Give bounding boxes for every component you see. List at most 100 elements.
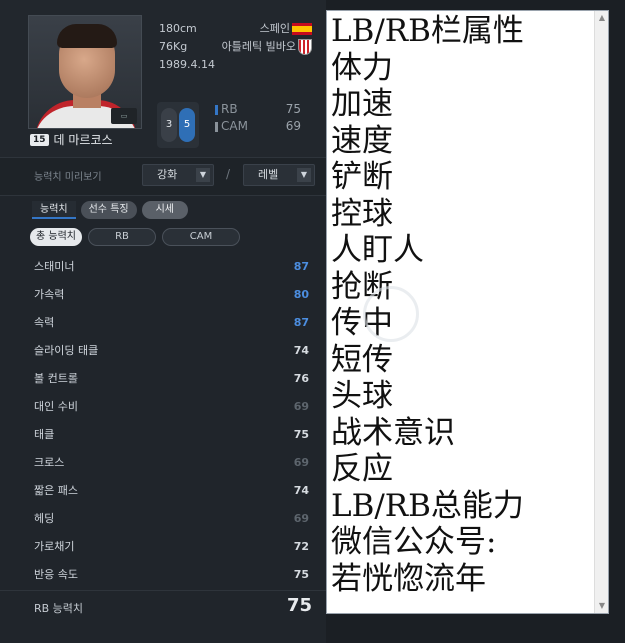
editor-scrollbar[interactable]: ▲ ▼: [594, 11, 608, 613]
right-foot-value: 5: [179, 108, 195, 142]
stat-row: 볼 컨트롤 76: [0, 364, 326, 392]
stat-name: 가속력: [34, 288, 65, 301]
stat-value: 75: [293, 567, 309, 581]
tab-stats[interactable]: 능력치: [32, 201, 76, 219]
stat-name: 속력: [34, 316, 55, 329]
player-weight: 76Kg: [159, 40, 188, 53]
watermark-circle-icon: [363, 286, 419, 342]
card-icon: ▭: [111, 108, 137, 124]
position-bar-icon: [215, 121, 218, 132]
note-line: 反应: [331, 451, 393, 487]
note-line: LB/RB栏属性: [331, 13, 524, 49]
note-line: 控球: [331, 195, 393, 232]
scroll-up-icon[interactable]: ▲: [597, 13, 607, 23]
stat-row: 짧은 패스 74: [0, 476, 326, 504]
player-birth: 1989.4.14: [159, 58, 215, 71]
level-select-label: 레벨: [258, 168, 279, 181]
enhance-select-label: 강화: [157, 168, 178, 181]
jersey-number: 15: [30, 133, 49, 146]
stat-value: 87: [293, 259, 309, 273]
stat-row: 가속력 80: [0, 280, 326, 308]
tab-market-price[interactable]: 시세: [141, 201, 188, 219]
select-divider: /: [226, 167, 231, 181]
position-bar-icon: [215, 104, 218, 115]
stat-value: 69: [293, 399, 309, 413]
left-foot-value: 3: [161, 108, 177, 142]
foot-ability: 3 5: [157, 102, 199, 148]
spain-flag-icon: [292, 23, 312, 35]
player-height: 180cm: [159, 22, 197, 35]
club-name: 아틀레틱 빌바오: [221, 40, 296, 53]
stat-name: 가로채기: [34, 540, 75, 553]
scroll-down-icon[interactable]: ▼: [597, 601, 607, 611]
note-line: 若恍惚流年: [331, 560, 486, 597]
subtab-total[interactable]: 총 능력치: [30, 228, 82, 246]
note-line: 传中: [331, 305, 393, 341]
total-label: RB 능력치: [34, 602, 84, 615]
club-crest-icon: [298, 39, 312, 55]
subtab-rb[interactable]: RB: [87, 228, 156, 246]
nation-name: 스페인: [259, 22, 290, 35]
tab-traits[interactable]: 선수 특징: [80, 201, 137, 219]
position-rating-cam: CAM 69: [215, 119, 301, 133]
chevron-down-icon: ▼: [297, 168, 311, 182]
stat-row: 스태미너 87: [0, 252, 326, 280]
stat-name: 짧은 패스: [34, 484, 78, 497]
player-name: 데 마르코스: [53, 133, 113, 147]
stat-name: 헤딩: [34, 512, 55, 525]
stat-name: 반응 속도: [34, 568, 78, 581]
stat-value: 80: [293, 287, 309, 301]
stat-value: 69: [293, 511, 309, 525]
subtab-cam[interactable]: CAM: [161, 228, 240, 246]
stat-name: 볼 컨트롤: [34, 372, 78, 385]
stat-value: 74: [293, 343, 309, 357]
note-line: 人盯人: [331, 232, 424, 268]
stat-row: 속력 87: [0, 308, 326, 336]
enhance-select[interactable]: 강화 ▼: [142, 164, 214, 186]
main-tabs: 능력치 선수 특징 시세: [32, 201, 188, 219]
position-name: CAM: [221, 119, 248, 133]
total-value: 75: [286, 595, 312, 616]
note-line: 体力: [331, 49, 393, 86]
stat-name: 태클: [34, 428, 55, 441]
stat-value: 72: [293, 539, 309, 553]
stat-value: 87: [293, 315, 309, 329]
level-select[interactable]: 레벨 ▼: [243, 164, 315, 186]
chevron-down-icon: ▼: [196, 168, 210, 182]
note-line: 加速: [331, 86, 393, 122]
stat-name: 크로스: [34, 456, 65, 469]
stat-row: 슬라이딩 태클 74: [0, 336, 326, 364]
position-value: 75: [285, 102, 301, 116]
stat-row: 헤딩 69: [0, 504, 326, 532]
stat-value: 74: [293, 483, 309, 497]
position-total-rating: RB 능력치 75: [0, 590, 326, 624]
position-name: RB: [221, 102, 238, 116]
note-line: 铲断: [331, 159, 393, 195]
player-info-panel: ▭ 15 데 마르코스 180cm 76Kg 1989.4.14 스페인 아틀레…: [0, 0, 326, 643]
player-affiliation: 스페인 아틀레틱 빌바오: [222, 20, 312, 56]
player-bio: 180cm 76Kg 1989.4.14: [159, 20, 215, 74]
stat-subtabs: 총 능력치 RB CAM: [30, 228, 240, 246]
preview-label: 능력치 미리보기: [34, 172, 102, 183]
stat-value: 75: [293, 427, 309, 441]
player-portrait: ▭: [28, 15, 142, 129]
stat-name: 대인 수비: [34, 400, 78, 413]
position-rating-rb: RB 75: [215, 102, 301, 116]
note-line: 头球: [331, 378, 393, 414]
note-line: 短传: [331, 341, 393, 378]
stat-value: 69: [293, 455, 309, 469]
note-line: LB/RB总能力: [331, 487, 524, 524]
note-line: 微信公众号:: [331, 524, 497, 560]
note-line: 速度: [331, 122, 393, 159]
note-line: 战术意识: [331, 414, 455, 451]
editor-text[interactable]: LB/RB栏属性 体力 加速 速度 铲断 控球 人盯人 抢断 传中 短传 头球 …: [331, 13, 524, 597]
stat-row: 가로채기 72: [0, 532, 326, 560]
stat-row: 태클 75: [0, 420, 326, 448]
position-value: 69: [285, 119, 301, 133]
background-strip: [326, 614, 625, 643]
stat-name: 슬라이딩 태클: [34, 344, 99, 357]
player-header: ▭ 15 데 마르코스 180cm 76Kg 1989.4.14 스페인 아틀레…: [0, 0, 326, 158]
stat-row: 크로스 69: [0, 448, 326, 476]
stat-value: 76: [293, 371, 309, 385]
stat-row: 반응 속도 75: [0, 560, 326, 588]
